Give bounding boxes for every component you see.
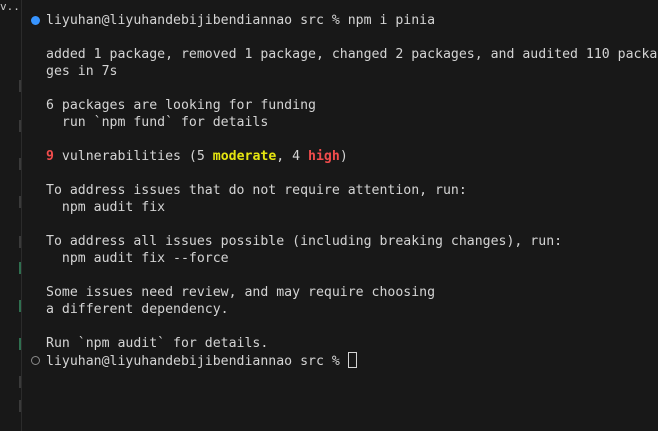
side-panel-tab-label[interactable]: v... xyxy=(0,0,22,14)
gutter-marker xyxy=(19,338,21,350)
vulnerability-text: , 4 xyxy=(276,149,309,164)
output-funding-line-1: 6 packages are looking for funding xyxy=(46,98,316,113)
high-label: high xyxy=(308,149,340,164)
gutter-marker xyxy=(19,120,21,132)
gutter-marker xyxy=(19,262,21,274)
output-force-fix-line-1: To address all issues possible (includin… xyxy=(46,234,563,249)
gutter-marker xyxy=(19,158,21,170)
prompt-status-dot-icon[interactable] xyxy=(31,356,40,365)
command-status-dot-icon[interactable] xyxy=(31,16,40,25)
output-added-line-2: ges in 7s xyxy=(46,64,118,79)
vulnerability-count: 9 xyxy=(46,149,54,164)
vulnerability-text: vulnerabilities (5 xyxy=(53,149,213,164)
active-prompt-line[interactable]: liyuhan@liyuhandebijibendiannao src % xyxy=(46,352,357,369)
gutter-marker xyxy=(19,400,21,412)
side-panel-gutter: v... xyxy=(0,0,22,431)
output-fix-line-1: To address issues that do not require at… xyxy=(46,183,467,198)
gutter-marker xyxy=(19,80,21,92)
vulnerability-text: ) xyxy=(339,149,348,164)
gutter-marker xyxy=(19,376,21,388)
output-review-line-2: a different dependency. xyxy=(46,302,229,317)
output-fix-line-2: npm audit fix xyxy=(46,200,166,215)
terminal-cursor xyxy=(347,352,357,368)
gutter-marker xyxy=(19,300,21,312)
gutter-marker xyxy=(19,236,21,248)
prompt-text: liyuhan@liyuhandebijibendiannao src % xyxy=(46,354,348,369)
output-vulnerabilities-line: 9 vulnerabilities (5 moderate, 4 high) xyxy=(46,148,348,165)
prompt-command-line: liyuhan@liyuhandebijibendiannao src % np… xyxy=(46,13,436,28)
output-review-line-1: Some issues need review, and may require… xyxy=(46,285,436,300)
output-added-line-1: added 1 package, removed 1 package, chan… xyxy=(46,47,658,62)
output-force-fix-line-2: npm audit fix --force xyxy=(46,251,229,266)
output-funding-line-2: run `npm fund` for details xyxy=(46,115,269,130)
moderate-label: moderate xyxy=(212,149,277,164)
terminal-output[interactable]: liyuhan@liyuhandebijibendiannao src % np… xyxy=(28,12,658,431)
output-details-line: Run `npm audit` for details. xyxy=(46,336,269,351)
gutter-marker xyxy=(19,196,21,208)
